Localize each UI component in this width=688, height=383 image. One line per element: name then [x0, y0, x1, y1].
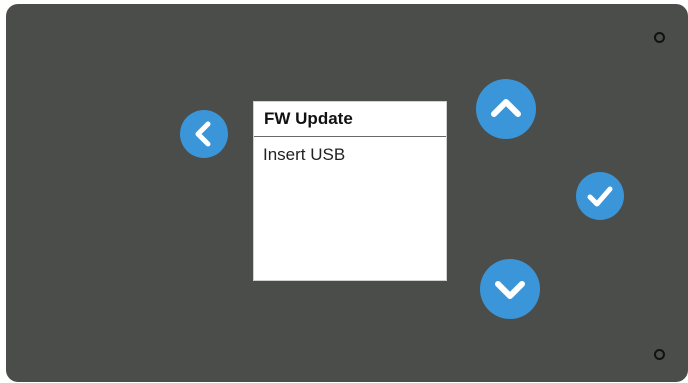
confirm-button[interactable]: [576, 172, 624, 220]
checkmark-icon: [587, 186, 613, 207]
lcd-screen: FW Update Insert USB: [253, 101, 447, 281]
up-button[interactable]: [476, 79, 536, 139]
chevron-left-icon: [195, 121, 211, 147]
screw-bottom-right: [654, 349, 665, 360]
chevron-down-icon: [495, 281, 525, 299]
down-button[interactable]: [480, 259, 540, 319]
screen-title: FW Update: [254, 102, 446, 137]
screw-top-right: [654, 32, 665, 43]
screen-message: Insert USB: [263, 145, 346, 164]
device-panel: FW Update Insert USB: [6, 4, 688, 382]
chevron-up-icon: [491, 99, 521, 117]
back-button[interactable]: [180, 110, 228, 158]
